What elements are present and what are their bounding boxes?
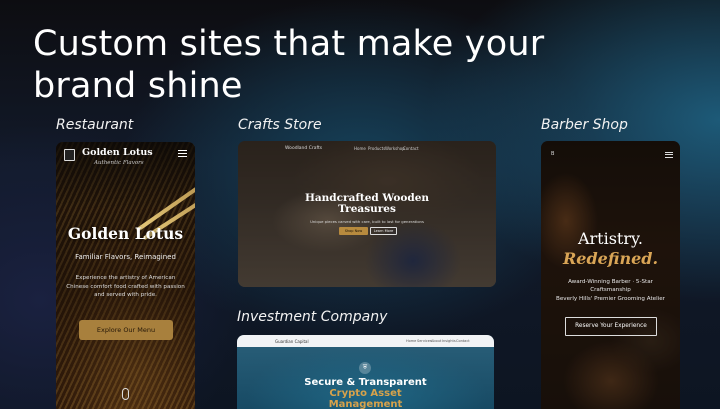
headline: Custom sites that make your brand shine <box>33 23 593 107</box>
restaurant-hero-title: Golden Lotus <box>67 224 184 243</box>
investment-nav-item[interactable]: About <box>431 339 441 343</box>
investment-company-preview-card[interactable]: Guardian Capital Home Services About Ins… <box>237 335 494 409</box>
headline-line-1: Custom sites that make your <box>33 24 545 64</box>
barber-shop-preview-card[interactable]: B Artistry. Redefined. Award-Winning Bar… <box>541 141 680 409</box>
explore-menu-button[interactable]: Explore Our Menu <box>79 320 173 340</box>
crafts-nav-item[interactable]: Products <box>368 146 385 151</box>
label-restaurant: Restaurant <box>56 117 134 133</box>
investment-hero-highlight-line-2: Management <box>328 399 403 409</box>
label-investment-company: Investment Company <box>237 309 388 325</box>
crafts-hero-subtitle: Unique pieces carved with care, built to… <box>310 219 424 224</box>
crafts-nav-item[interactable]: Contact <box>403 146 419 151</box>
crafts-logo: Woodland Crafts <box>285 146 323 151</box>
investment-nav-item[interactable]: Contact <box>456 339 470 343</box>
investment-logo: Guardian Capital <box>275 339 309 344</box>
scroll-indicator-icon <box>122 388 129 400</box>
restaurant-brand-subtitle: Authentic Flavors <box>94 160 144 166</box>
restaurant-logo-icon <box>64 149 75 161</box>
investment-hero-title: Secure & Transparent <box>304 377 427 388</box>
restaurant-hero-description: Experience the artistry of American Chin… <box>66 275 185 298</box>
barber-tagline-line-1: Award-Winning Barber · 5-Star <box>568 279 653 285</box>
learn-more-button[interactable]: Learn More <box>370 227 397 235</box>
investment-nav-item[interactable]: Insights <box>442 339 456 343</box>
restaurant-preview-card[interactable]: Golden Lotus Authentic Flavors Golden Lo… <box>56 142 195 409</box>
barber-hero-title: Artistry. <box>577 229 644 248</box>
barber-tagline-line-2: Craftsmanship <box>590 287 631 293</box>
crafts-hero-title: Handcrafted Wooden Treasures <box>238 193 496 215</box>
crafts-nav-item[interactable]: Home <box>354 146 366 151</box>
crafts-nav-item[interactable]: Workshop <box>385 146 405 151</box>
shield-icon: ⛨ <box>359 362 371 374</box>
hamburger-menu-icon[interactable] <box>665 152 673 158</box>
headline-line-2: brand shine <box>33 66 243 106</box>
restaurant-brand-name: Golden Lotus <box>82 147 153 158</box>
barber-hero-highlight: Redefined. <box>562 249 659 268</box>
crafts-store-preview-card[interactable]: Woodland Crafts Home Products Workshop C… <box>238 141 496 287</box>
hamburger-menu-icon[interactable] <box>178 150 187 157</box>
shop-now-button[interactable]: Shop Now <box>339 227 368 235</box>
barber-tagline-line-3: Beverly Hills' Premier Grooming Atelier <box>556 296 665 302</box>
label-barber-shop: Barber Shop <box>541 117 628 133</box>
investment-hero-highlight: Crypto Asset Management <box>237 388 494 409</box>
investment-nav-item[interactable]: Services <box>417 339 432 343</box>
barber-logo: B <box>551 151 555 157</box>
investment-hero-highlight-line-1: Crypto Asset <box>329 388 402 399</box>
investment-nav-item[interactable]: Home <box>406 339 416 343</box>
reserve-experience-button[interactable]: Reserve Your Experience <box>565 317 657 336</box>
label-crafts-store: Crafts Store <box>238 117 322 133</box>
crafts-hero-title-line-2: Treasures <box>338 203 396 215</box>
restaurant-hero-tagline: Familiar Flavors, Reimagined <box>75 253 176 261</box>
